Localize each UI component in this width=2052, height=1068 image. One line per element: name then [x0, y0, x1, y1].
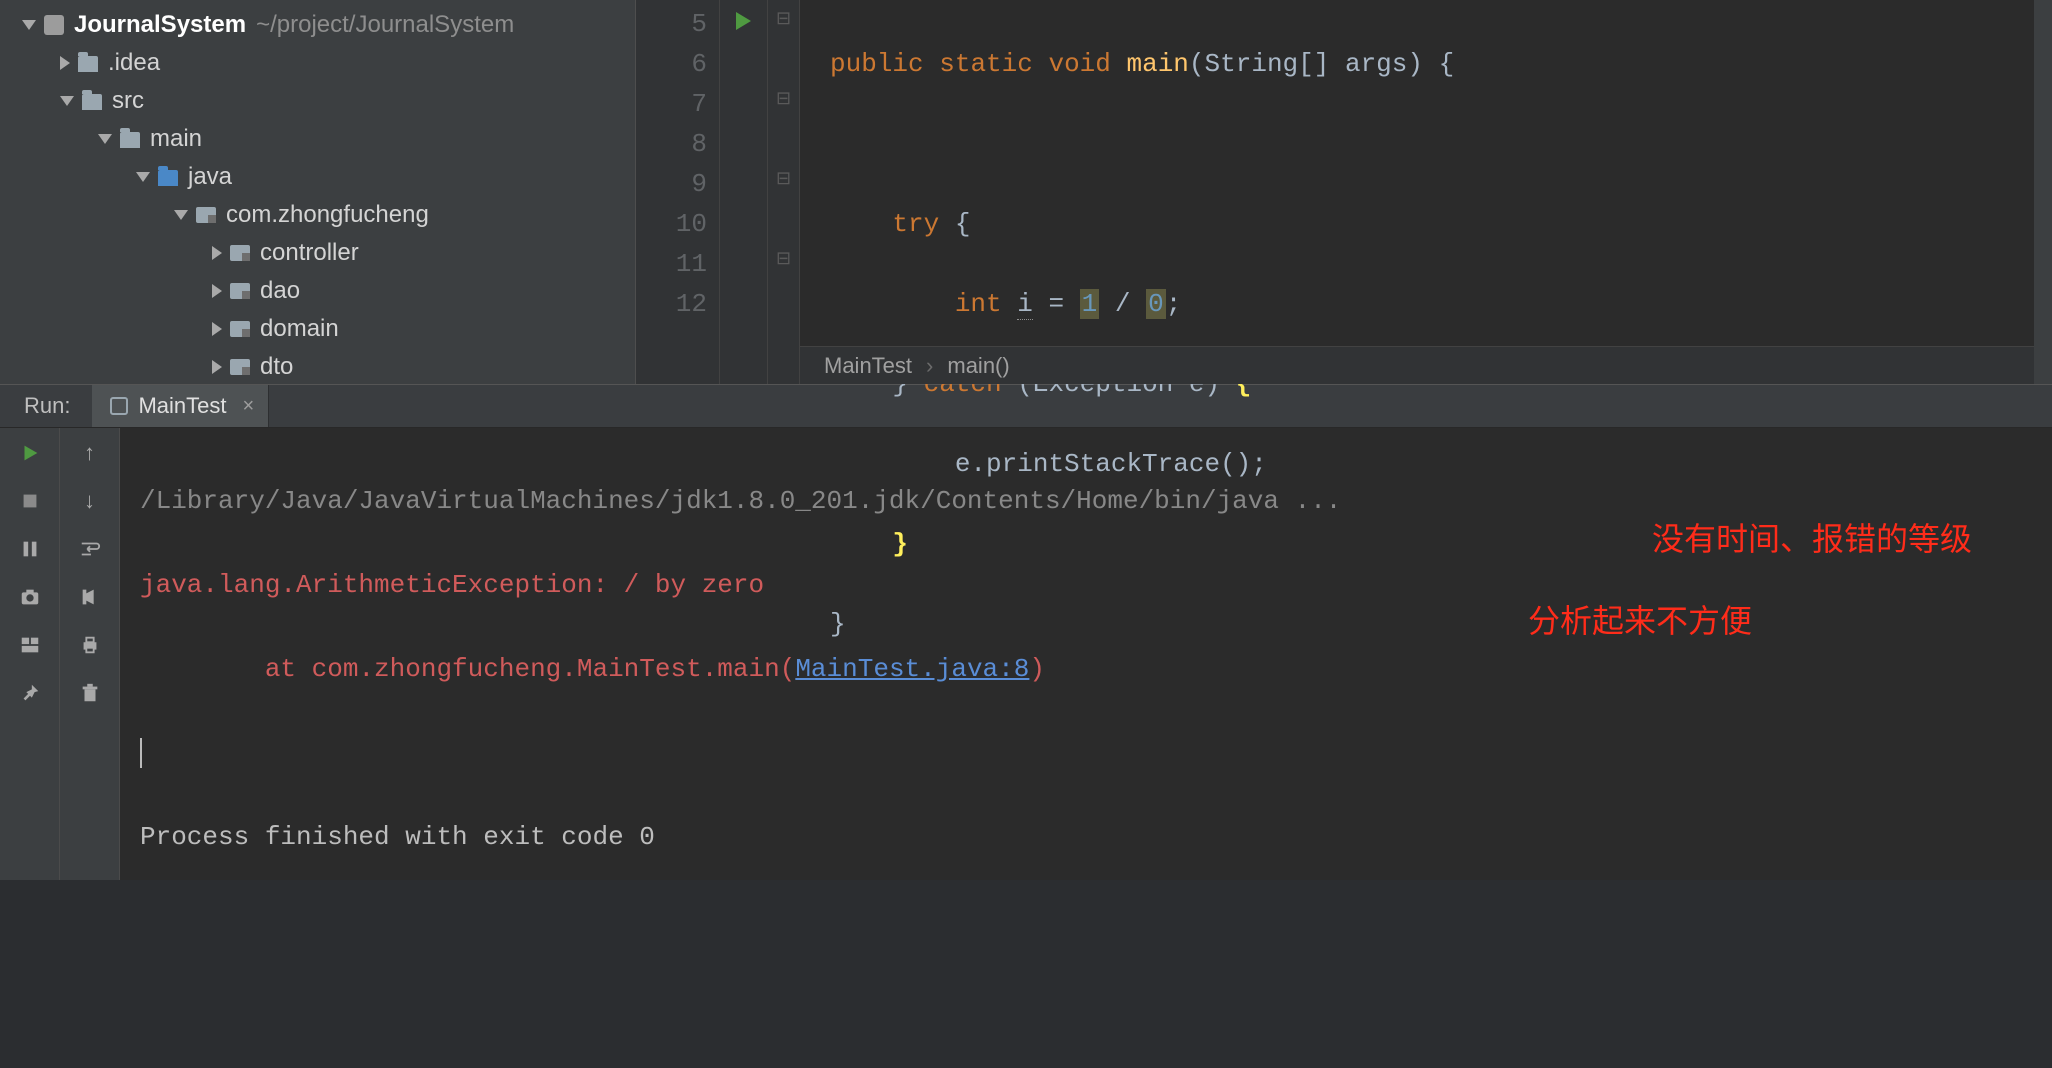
code-area[interactable]: public static void main(String[] args) {…	[800, 0, 2052, 384]
console-output[interactable]: /Library/Java/JavaVirtualMachines/jdk1.8…	[120, 428, 2052, 880]
tree-item-src[interactable]: src	[0, 82, 635, 120]
folder-icon	[120, 132, 140, 148]
project-tree[interactable]: JournalSystem ~/project/JournalSystem .i…	[0, 0, 636, 384]
console-exit-line: Process finished with exit code 0	[140, 816, 2032, 858]
tree-item-package[interactable]: com.zhongfucheng	[0, 196, 635, 234]
console-command: /Library/Java/JavaVirtualMachines/jdk1.8…	[140, 480, 2032, 522]
package-icon	[230, 245, 250, 261]
fold-icon[interactable]: ⊟	[768, 80, 799, 120]
run-toolbar-right: ↑ ↓	[60, 428, 120, 880]
source-folder-icon	[158, 170, 178, 186]
pin-icon[interactable]	[17, 680, 43, 706]
chevron-right-icon[interactable]	[212, 322, 222, 336]
pause-icon[interactable]	[17, 536, 43, 562]
stacktrace-link[interactable]: MainTest.java:8	[795, 654, 1029, 684]
console-stack-line: at com.zhongfucheng.MainTest.main(	[140, 654, 795, 684]
project-path: ~/project/JournalSystem	[256, 6, 514, 44]
module-icon	[44, 15, 64, 35]
chevron-right-icon[interactable]	[60, 56, 70, 70]
breadcrumb[interactable]: MainTest › main()	[800, 346, 2052, 384]
chevron-down-icon[interactable]	[136, 172, 150, 182]
print-icon[interactable]	[77, 632, 103, 658]
run-gutter[interactable]	[720, 0, 768, 384]
stop-icon[interactable]	[17, 488, 43, 514]
camera-icon[interactable]	[17, 584, 43, 610]
annotation-text: 没有时间、报错的等级	[1652, 518, 1972, 560]
tree-item-controller[interactable]: controller	[0, 234, 635, 272]
run-config-icon	[110, 397, 128, 415]
breadcrumb-method[interactable]: main()	[947, 353, 1009, 379]
run-tab-label: MainTest	[138, 393, 226, 419]
run-toolbar-left	[0, 428, 60, 880]
package-icon	[196, 207, 216, 223]
run-label: Run:	[0, 393, 92, 419]
fold-gutter[interactable]: ⊟ ⊟ ⊟ ⊟	[768, 0, 800, 384]
tree-item-idea[interactable]: .idea	[0, 44, 635, 82]
tree-item-dao[interactable]: dao	[0, 272, 635, 310]
folder-icon	[82, 94, 102, 110]
down-arrow-icon[interactable]: ↓	[77, 488, 103, 514]
chevron-right-icon[interactable]	[212, 360, 222, 374]
chevron-right-icon: ›	[926, 353, 933, 379]
trash-icon[interactable]	[77, 680, 103, 706]
code-editor[interactable]: 5 6 7 8 9 10 11 12 ⊟ ⊟ ⊟ ⊟ public static…	[636, 0, 2052, 384]
run-tab-maintest[interactable]: MainTest ×	[92, 385, 269, 427]
rerun-icon[interactable]	[17, 440, 43, 466]
package-icon	[230, 359, 250, 375]
fold-icon[interactable]: ⊟	[768, 0, 799, 40]
chevron-right-icon[interactable]	[212, 284, 222, 298]
package-icon	[230, 283, 250, 299]
tree-item-dto[interactable]: dto	[0, 348, 635, 384]
tree-item-java[interactable]: java	[0, 158, 635, 196]
chevron-right-icon[interactable]	[212, 246, 222, 260]
caret-icon	[140, 738, 142, 768]
project-name: JournalSystem	[74, 6, 246, 44]
chevron-down-icon[interactable]	[98, 134, 112, 144]
fold-icon[interactable]: ⊟	[768, 160, 799, 200]
folder-icon	[78, 56, 98, 72]
run-line-icon[interactable]	[736, 12, 751, 30]
tree-root[interactable]: JournalSystem ~/project/JournalSystem	[0, 6, 635, 44]
up-arrow-icon[interactable]: ↑	[77, 440, 103, 466]
close-icon[interactable]: ×	[243, 395, 255, 418]
scroll-to-end-icon[interactable]	[77, 584, 103, 610]
tree-item-domain[interactable]: domain	[0, 310, 635, 348]
package-icon	[230, 321, 250, 337]
chevron-down-icon[interactable]	[174, 210, 188, 220]
fold-icon[interactable]: ⊟	[768, 240, 799, 280]
line-numbers: 5 6 7 8 9 10 11 12	[636, 0, 720, 384]
chevron-down-icon[interactable]	[22, 20, 36, 30]
tree-item-main[interactable]: main	[0, 120, 635, 158]
editor-scrollbar[interactable]	[2034, 0, 2052, 384]
annotation-text: 分析起来不方便	[1528, 600, 1752, 642]
soft-wrap-icon[interactable]	[77, 536, 103, 562]
layout-icon[interactable]	[17, 632, 43, 658]
chevron-down-icon[interactable]	[60, 96, 74, 106]
breadcrumb-class[interactable]: MainTest	[824, 353, 912, 379]
